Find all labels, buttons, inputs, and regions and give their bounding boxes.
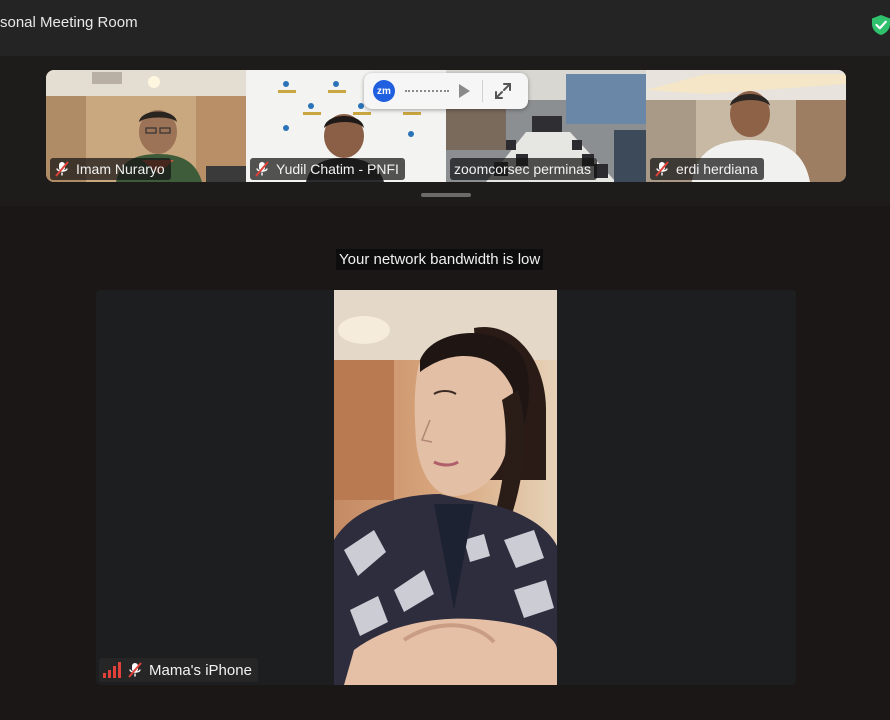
shield-check-icon[interactable] bbox=[870, 14, 890, 36]
participant-name: zoomcorsec perminas bbox=[454, 161, 591, 177]
microphone-muted-icon bbox=[655, 161, 669, 177]
title-bar: sonal Meeting Room bbox=[0, 0, 890, 56]
participant-name: Yudil Chatim - PNFI bbox=[276, 161, 399, 177]
active-speaker-name: Mama's iPhone bbox=[149, 661, 252, 679]
participant-tile[interactable]: Imam Nuraryo bbox=[46, 70, 246, 182]
share-toolbar: zm bbox=[364, 73, 528, 109]
participant-nameplate: erdi herdiana bbox=[650, 158, 764, 180]
network-warning: Your network bandwidth is low bbox=[336, 249, 544, 270]
zoom-logo[interactable]: zm bbox=[373, 80, 395, 102]
active-speaker-video bbox=[334, 290, 557, 685]
microphone-muted-icon bbox=[55, 161, 69, 177]
microphone-muted-icon bbox=[255, 161, 269, 177]
microphone-muted-icon bbox=[128, 662, 142, 678]
meeting-title: sonal Meeting Room bbox=[0, 14, 138, 31]
play-icon[interactable] bbox=[459, 84, 470, 98]
participant-name: erdi herdiana bbox=[676, 161, 758, 177]
participant-name: Imam Nuraryo bbox=[76, 161, 165, 177]
participant-nameplate: zoomcorsec perminas bbox=[450, 158, 597, 180]
signal-bars-icon[interactable] bbox=[103, 662, 121, 678]
toolbar-divider bbox=[482, 80, 483, 102]
participant-nameplate: Yudil Chatim - PNFI bbox=[250, 158, 405, 180]
active-speaker-nameplate: Mama's iPhone bbox=[99, 658, 258, 682]
progress-dots bbox=[405, 90, 449, 92]
gallery-resize-handle[interactable] bbox=[421, 193, 471, 197]
expand-icon[interactable] bbox=[493, 81, 513, 101]
participant-nameplate: Imam Nuraryo bbox=[50, 158, 171, 180]
participant-tile[interactable]: erdi herdiana bbox=[646, 70, 846, 182]
